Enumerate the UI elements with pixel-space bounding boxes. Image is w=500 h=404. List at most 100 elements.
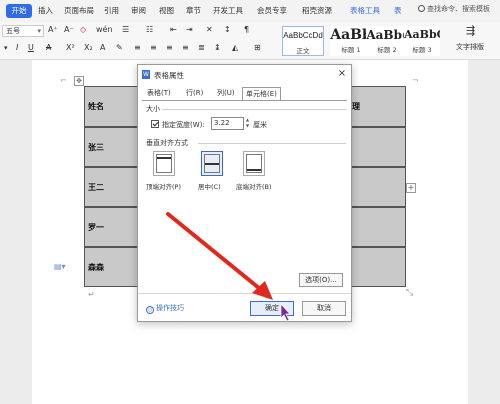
specify-width-label: 指定宽度(W): [162, 121, 205, 129]
table-properties-dialog: W 表格属性 × 表格(T) 行(R) 列(U) 单元格(E) 大小 指定宽度(… [137, 64, 352, 322]
paragraph-mark: ↵ [88, 290, 95, 299]
text-layout-icon[interactable]: ⇶ [466, 24, 475, 37]
align-center-icon[interactable]: ≡ [150, 43, 157, 52]
table-cell[interactable] [350, 127, 406, 167]
align-bar [157, 157, 171, 159]
numbering-icon[interactable]: ☷ [146, 25, 153, 34]
tab-developer[interactable]: 开发工具 [213, 5, 243, 16]
tab-table[interactable]: 表格(T) [144, 87, 174, 100]
style-normal[interactable]: AaBbCcDd 正文 [282, 26, 324, 56]
show-marks-icon[interactable]: ¶ [244, 25, 249, 34]
style-caption: 标题 3 [412, 46, 432, 54]
tab-table-style[interactable]: 表 [394, 5, 402, 16]
justify-icon[interactable]: ≡ [182, 43, 189, 52]
search-icon [418, 5, 425, 12]
borders-icon[interactable]: ⊞ [254, 43, 261, 52]
subscript-icon[interactable]: X₂ [84, 43, 93, 52]
table-resize-handle[interactable]: ⤡ [406, 288, 413, 298]
style-heading-3[interactable]: AaBbC 标题 3 [404, 26, 440, 56]
row-label: 森森 [88, 263, 104, 272]
tab-member[interactable]: 会员专享 [257, 5, 287, 16]
width-unit-select[interactable]: 厘米 [253, 120, 267, 130]
style-preview: AaBb( [366, 28, 408, 42]
text-effect-icon[interactable]: A [100, 43, 105, 52]
wps-app-icon: W [142, 70, 150, 79]
specify-width-checkbox[interactable] [151, 120, 159, 128]
group-divider [198, 143, 346, 144]
style-preview: AaBbC [404, 28, 440, 41]
tab-table-tools[interactable]: 表格工具 [350, 5, 380, 16]
search-label: 查找命令、搜索模板 [427, 5, 490, 13]
row-label: 罗一 [88, 223, 104, 232]
sort-icon[interactable]: ↕ [224, 25, 231, 34]
row-label: 姓名 [88, 102, 104, 111]
options-button[interactable]: 选项(O)... [299, 273, 343, 287]
tips-label: 操作技巧 [156, 304, 184, 312]
tab-column[interactable]: 列(U) [214, 87, 238, 100]
shading-icon[interactable]: ◭ [232, 43, 238, 52]
cancel-button[interactable]: 取消 [302, 301, 346, 316]
style-heading-2[interactable]: AaBb( 标题 2 [366, 26, 408, 56]
ok-button[interactable]: 确定 [250, 301, 294, 316]
tab-view[interactable]: 视图 [159, 5, 174, 16]
font-size-select[interactable]: 五号 [2, 25, 44, 37]
style-caption: 正文 [296, 47, 310, 55]
chinese-layout-icon[interactable]: ✕ [206, 25, 213, 34]
row-label: 张三 [88, 143, 104, 152]
width-spinner[interactable]: ▲ ▼ [244, 117, 251, 130]
add-column-icon[interactable]: + [406, 183, 416, 193]
align-bar [247, 169, 261, 171]
align-bottom-button[interactable] [243, 151, 265, 176]
table-move-handle[interactable]: ✥ [74, 76, 84, 86]
ribbon-tab-bar: 开始 插入 页面布局 引用 审阅 视图 章节 开发工具 会员专享 稻壳资源 表格… [0, 0, 500, 22]
tab-insert[interactable]: 插入 [38, 5, 53, 16]
dialog-titlebar: W 表格属性 × [138, 65, 351, 85]
align-right-icon[interactable]: ≡ [166, 43, 173, 52]
close-icon[interactable]: × [336, 68, 348, 80]
tab-cell[interactable]: 单元格(E) [242, 87, 281, 101]
tab-page-layout[interactable]: 页面布局 [64, 5, 94, 16]
distribute-icon[interactable]: ≣ [198, 43, 205, 52]
ribbon-toolbar: 五号 A⁺ A⁻ ◇ wén ☰ ☷ ⇤ ⇥ ✕ ↕ ¶ ▾ I U A X² … [0, 22, 500, 60]
tab-divider [142, 100, 347, 101]
tab-section[interactable]: 章节 [186, 5, 201, 16]
table-cell[interactable] [350, 167, 406, 207]
indent-icon[interactable]: ⇥ [186, 25, 193, 34]
tab-start[interactable]: 开始 [6, 4, 32, 18]
align-top-button[interactable] [153, 151, 175, 176]
font-size-down-icon[interactable]: A⁻ [64, 25, 74, 34]
outdent-icon[interactable]: ⇤ [170, 25, 177, 34]
font-size-up-icon[interactable]: A⁺ [48, 25, 58, 34]
table-cell[interactable] [350, 247, 406, 287]
highlight-icon[interactable]: ✎ [116, 43, 123, 52]
align-bar [205, 163, 219, 165]
align-center-button[interactable] [201, 151, 223, 176]
tab-docer[interactable]: 稻壳资源 [302, 5, 332, 16]
superscript-icon[interactable]: X² [66, 43, 75, 52]
style-caption: 标题 2 [377, 46, 397, 54]
align-left-icon[interactable]: ≡ [134, 43, 141, 52]
strikethrough-icon[interactable]: A [46, 43, 51, 52]
underline-icon[interactable]: U [28, 43, 34, 52]
command-search[interactable]: 查找命令、搜索模板 [418, 4, 500, 18]
tab-row[interactable]: 行(R) [183, 87, 206, 100]
tips-icon: ○ [146, 306, 154, 314]
dialog-title: 表格属性 [154, 71, 184, 80]
row-label: 理 [352, 102, 360, 111]
margin-corner: ¬ [412, 76, 419, 85]
clear-format-icon[interactable]: ◇ [80, 25, 86, 34]
doc-icon: ▤▾ [54, 262, 66, 271]
table-cell[interactable] [350, 207, 406, 247]
bullets-icon[interactable]: ☰ [122, 25, 129, 34]
footer-divider [138, 293, 351, 294]
width-input[interactable]: 3.22 [211, 117, 244, 130]
tab-references[interactable]: 引用 [104, 5, 119, 16]
line-spacing-icon[interactable]: ↨ [214, 43, 221, 52]
tab-review[interactable]: 审阅 [131, 5, 146, 16]
bold-icon[interactable]: ▾ [4, 44, 8, 52]
row-label: 王二 [88, 183, 104, 192]
italic-icon[interactable]: I [16, 43, 18, 52]
text-layout-button[interactable]: 文字排版 [456, 42, 484, 52]
tips-link[interactable]: ○ 操作技巧 [146, 303, 184, 314]
phonetic-icon[interactable]: wén [96, 25, 113, 34]
